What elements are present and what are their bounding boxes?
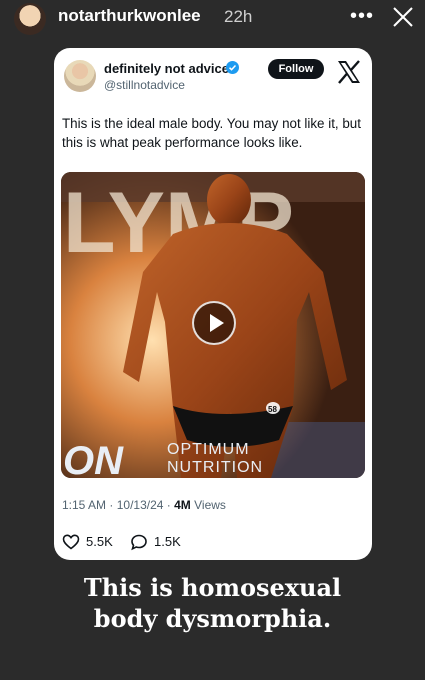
caption-line-1: This is homosexual: [83, 573, 342, 602]
tweet-video-thumbnail[interactable]: LYMP 58 ON OPTIMUM NUTRITION: [61, 172, 365, 478]
tweet-card[interactable]: definitely not advice @stillnotadvice Fo…: [54, 48, 372, 560]
tweet-time: 1:15 AM: [62, 498, 107, 512]
reply-button[interactable]: 1.5K: [130, 532, 200, 552]
sponsor-text-line1: OPTIMUM: [167, 441, 250, 458]
close-icon[interactable]: [392, 6, 414, 28]
tweet-text: This is the ideal male body. You may not…: [62, 116, 361, 150]
verified-badge-icon: [226, 61, 239, 74]
competitor-number-badge: 58: [268, 405, 277, 414]
tweet-meta: 1:15 AM · 10/13/24 · 4M Views: [62, 498, 226, 512]
meta-separator: ·: [109, 498, 117, 512]
story-time: 22h: [224, 7, 253, 26]
tweet-date: 10/13/24: [116, 498, 164, 512]
avatar[interactable]: [14, 3, 46, 35]
views-label: Views: [194, 498, 226, 512]
heart-icon: [62, 534, 80, 550]
story-caption: This is homosexual body dysmorphia.: [40, 572, 385, 634]
tweet-avatar[interactable]: [64, 60, 96, 92]
like-button[interactable]: 5.5K: [62, 532, 132, 552]
on-logo: ON: [63, 439, 124, 478]
story-username[interactable]: notarthurkwonlee: [58, 6, 201, 26]
play-button-icon[interactable]: [192, 301, 236, 345]
like-count: 5.5K: [86, 534, 113, 549]
follow-button[interactable]: Follow: [268, 59, 324, 79]
reply-bubble-icon: [131, 534, 147, 551]
story-header: notarthurkwonlee 22h •••: [0, 0, 425, 40]
caption-line-2: body dysmorphia.: [93, 604, 332, 633]
reply-count: 1.5K: [154, 534, 181, 549]
x-logo-icon[interactable]: [336, 59, 362, 85]
views-count: 4M: [174, 498, 191, 512]
sponsor-text-line2: NUTRITION: [167, 459, 263, 476]
more-horizontal-icon[interactable]: •••: [350, 6, 374, 28]
tweet-handle[interactable]: @stillnotadvice: [104, 78, 185, 92]
tweet-display-name[interactable]: definitely not advice: [104, 61, 229, 76]
